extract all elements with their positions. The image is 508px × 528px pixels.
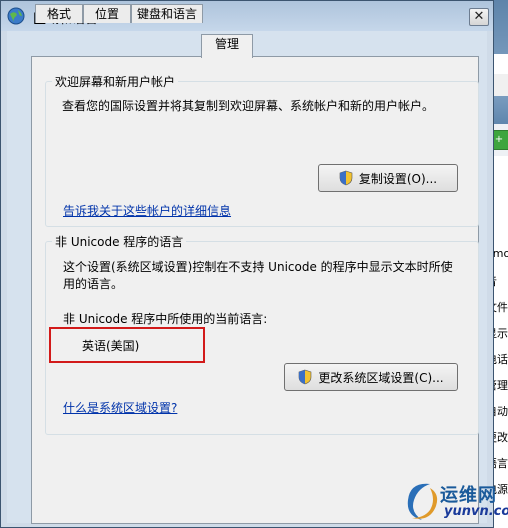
shield-icon <box>339 170 353 186</box>
watermark-logo-icon <box>407 483 438 520</box>
tab-keyboards-languages[interactable]: 键盘和语言 <box>131 4 203 23</box>
welcome-group-legend: 欢迎屏幕和新用户帐户 <box>55 75 176 89</box>
tab-formats[interactable]: 格式 <box>35 4 83 23</box>
change-system-locale-label: 更改系统区域设置(C)... <box>318 370 444 385</box>
tab-administrative[interactable]: 管理 <box>201 34 253 58</box>
watermark-text-en: yunvn.com <box>444 504 508 519</box>
copy-settings-button[interactable]: 复制设置(O)... <box>318 164 458 192</box>
copy-settings-label: 复制设置(O)... <box>358 171 438 186</box>
tab-location[interactable]: 位置 <box>83 4 131 23</box>
change-system-locale-button[interactable]: 更改系统区域设置(C)... <box>284 363 458 391</box>
close-button[interactable]: ✕ <box>469 8 489 26</box>
welcome-accounts-link[interactable]: 告诉我关于这些帐户的详细信息 <box>63 202 231 221</box>
non-unicode-description-line2: 用的语言。 <box>63 277 124 291</box>
non-unicode-group-legend: 非 Unicode 程序的语言 <box>55 235 184 249</box>
shield-icon <box>299 369 312 385</box>
globe-icon <box>7 7 25 25</box>
welcome-description: 查看您的国际设置并将其复制到欢迎屏幕、系统帐户和新的用户帐户。 <box>62 99 435 113</box>
what-is-system-locale-link[interactable]: 什么是系统区域设置? <box>63 399 177 418</box>
highlight-annotation-box <box>49 327 205 363</box>
region-language-dialog: 区域和语言 ✕ 格式 位置 键盘和语言 管理 欢迎屏幕和新用户帐户 查看您的国际… <box>0 0 494 528</box>
